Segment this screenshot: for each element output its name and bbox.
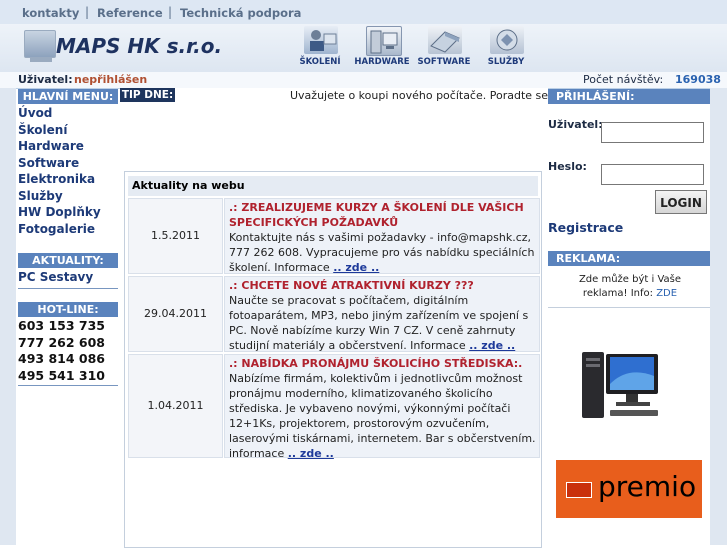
menu-item-hardware[interactable]: Hardware <box>18 138 101 155</box>
training-icon <box>304 26 338 54</box>
user-bar: Uživatel: nepřihlášen Počet návštěv: 169… <box>0 72 727 89</box>
main-menu-heading: HLAVNÍ MENU: <box>18 89 118 104</box>
news-more-link[interactable]: .. zde .. <box>469 339 515 352</box>
username-input[interactable] <box>601 122 704 143</box>
ad-link[interactable]: ZDE <box>656 288 677 299</box>
login-password-label: Heslo: <box>548 160 587 173</box>
news-list: PC Sestavy <box>18 269 93 286</box>
logo[interactable]: MAPS HK s.r.o. <box>24 28 244 66</box>
main-content: TIP DNE: Uvažujete o koupi nového počíta… <box>120 88 548 548</box>
top-link-bar: kontakty | Reference | Technická podpora <box>0 0 727 24</box>
phone-number: 777 262 608 <box>18 334 105 350</box>
tip-heading: TIP DNE: <box>120 88 175 102</box>
divider <box>548 307 710 308</box>
news-headline[interactable]: .: CHCETE NOVÉ ATRAKTIVNÍ KURZY ??? <box>229 279 474 292</box>
separator: | <box>85 5 90 19</box>
news-text: Kontaktujte nás s vašimi požadavky - inf… <box>229 231 535 274</box>
nav-software[interactable]: SOFTWARE <box>414 26 474 70</box>
menu-item-software[interactable]: Software <box>18 155 101 172</box>
premio-text: premio <box>598 470 697 503</box>
separator: | <box>168 5 173 19</box>
news-headline[interactable]: .: NABÍDKA PRONÁJMU ŠKOLICÍHO STŘEDISKA:… <box>229 357 522 370</box>
nav-label: HARDWARE <box>354 57 410 67</box>
login-user-label: Uživatel: <box>548 118 603 131</box>
menu-item-elektronika[interactable]: Elektronika <box>18 171 101 188</box>
tip-marquee: Uvažujete o koupi nového počítače. Porad… <box>290 89 548 102</box>
phone-number: 603 153 735 <box>18 318 105 333</box>
login-heading: PŘIHLÁŠENÍ: <box>548 89 710 104</box>
login-button[interactable]: LOGIN <box>655 190 707 214</box>
right-border <box>710 88 727 545</box>
news-row: 1.04.2011 .: NABÍDKA PRONÁJMU ŠKOLICÍHO … <box>128 354 540 460</box>
software-icon <box>428 26 462 54</box>
site-header: MAPS HK s.r.o. ŠKOLENÍ HARDWARE SOFTWARE… <box>0 24 727 72</box>
user-status: nepřihlášen <box>74 73 148 86</box>
divider <box>18 385 118 386</box>
menu-item-skoleni[interactable]: Školení <box>18 122 101 139</box>
register-link[interactable]: Registrace <box>548 220 623 235</box>
hotline-list: 603 153 735 777 262 608 493 814 086 495 … <box>18 318 105 384</box>
left-border <box>0 88 16 545</box>
menu-item-uvod[interactable]: Úvod <box>18 105 101 122</box>
computer-image[interactable] <box>578 346 664 422</box>
news-heading: AKTUALITY: <box>18 253 118 268</box>
hardware-icon <box>366 26 402 56</box>
keyboard-icon <box>30 57 52 62</box>
news-panel-title: Aktuality na webu <box>128 176 538 196</box>
news-row: 1.5.2011 .: ZREALIZUJEME KURZY A ŠKOLENÍ… <box>128 198 540 274</box>
news-date: 1.5.2011 <box>128 198 223 274</box>
main-menu: Úvod Školení Hardware Software Elektroni… <box>18 105 101 237</box>
premio-banner[interactable]: premio <box>556 460 702 518</box>
news-more-link[interactable]: .. zde .. <box>333 261 379 274</box>
services-icon <box>490 26 524 54</box>
ad-text: Zde může být i Vaše reklama! Info: ZDE <box>578 274 682 299</box>
divider <box>18 288 118 289</box>
news-item-pc-sestavy[interactable]: PC Sestavy <box>18 269 93 286</box>
ad-heading: REKLAMA: <box>548 251 710 266</box>
nav-label: ŠKOLENÍ <box>299 57 341 67</box>
news-more-link[interactable]: .. zde .. <box>288 447 334 460</box>
menu-item-hw-doplnky[interactable]: HW Doplňky <box>18 204 101 221</box>
nav-sluzby[interactable]: SLUŽBY <box>476 26 536 70</box>
premio-logo-icon <box>566 482 592 498</box>
link-kontakty[interactable]: kontakty <box>22 6 79 20</box>
link-technicka-podpora[interactable]: Technická podpora <box>180 6 301 20</box>
news-text: Nabízíme firmám, kolektivům i jednotlivc… <box>229 372 536 460</box>
logo-text: MAPS HK s.r.o. <box>56 34 223 58</box>
news-body: .: ZREALIZUJEME KURZY A ŠKOLENÍ DLE VAŠI… <box>224 198 540 274</box>
visits-label: Počet návštěv: <box>583 73 664 86</box>
news-date: 29.04.2011 <box>128 276 223 352</box>
menu-item-sluzby[interactable]: Služby <box>18 188 101 205</box>
news-row: 29.04.2011 .: CHCETE NOVÉ ATRAKTIVNÍ KUR… <box>128 276 540 352</box>
phone-number: 493 814 086 <box>18 351 105 366</box>
news-date: 1.04.2011 <box>128 354 223 458</box>
hotline-heading: HOT-LINE: <box>18 302 118 317</box>
link-reference[interactable]: Reference <box>97 6 163 20</box>
news-body: .: CHCETE NOVÉ ATRAKTIVNÍ KURZY ??? Nauč… <box>224 276 540 352</box>
nav-label: SLUŽBY <box>487 57 525 67</box>
nav-hardware[interactable]: HARDWARE <box>352 26 412 70</box>
news-panel: Aktuality na webu 1.5.2011 .: ZREALIZUJE… <box>124 171 542 548</box>
visits-count: 169038 <box>675 73 721 86</box>
password-input[interactable] <box>601 164 704 185</box>
computer-icon <box>24 30 56 58</box>
nav-label: SOFTWARE <box>417 57 471 67</box>
news-headline[interactable]: .: ZREALIZUJEME KURZY A ŠKOLENÍ DLE VAŠI… <box>229 201 524 229</box>
phone-number: 495 541 310 <box>18 367 105 383</box>
user-label: Uživatel: <box>18 73 73 86</box>
news-body: .: NABÍDKA PRONÁJMU ŠKOLICÍHO STŘEDISKA:… <box>224 354 540 460</box>
nav-skoleni[interactable]: ŠKOLENÍ <box>290 26 350 70</box>
menu-item-fotogalerie[interactable]: Fotogalerie <box>18 221 101 238</box>
